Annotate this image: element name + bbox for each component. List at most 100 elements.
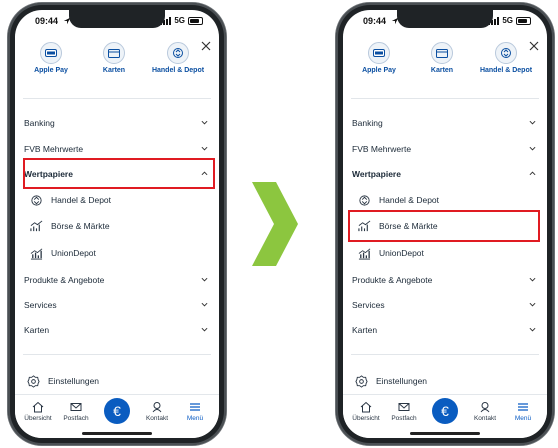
gear-icon [27,374,40,388]
menu-item-label: FVB Mehrwerte [352,144,412,154]
mail-icon [398,403,410,411]
divider [23,354,211,355]
contact-icon [152,402,162,413]
menu-item-mehrwerte[interactable]: FVB Mehrwerte [352,138,538,160]
menu-item-karten[interactable]: Karten [352,319,538,341]
tab-bar: Übersicht Postfach € Kontakt Menü [15,394,219,438]
submenu-item-handel-depot[interactable]: Handel & Depot [30,189,210,211]
bar-chart-icon [30,248,43,260]
tab-label: Postfach [391,415,417,422]
menu-item-banking[interactable]: Banking [352,112,538,134]
chevron-down-icon [201,120,208,125]
highlight-box [23,158,215,189]
divider [351,98,539,99]
quick-action-handel-depot[interactable]: Handel & Depot [148,42,208,74]
screen-left: 09:44 5G Apple Pay Karten Handel & Depot [15,10,219,438]
euro-action-button[interactable]: € [432,398,458,424]
screen-right: 09:44 5G Apple Pay Karten Handel & Depot [343,10,547,438]
quick-action-karten[interactable]: Karten [412,42,472,74]
exchange-icon [359,194,370,206]
clock: 09:44 [35,16,59,26]
quick-actions: Apple Pay Karten Handel & Depot [343,42,547,92]
menu-item-label: Wertpapiere [352,169,401,179]
submenu-label: Börse & Märkte [51,221,110,231]
card-icon [108,48,120,58]
home-indicator [82,432,152,435]
menu-item-produkte[interactable]: Produkte & Angebote [24,269,210,291]
quick-action-label: Apple Pay [362,67,396,74]
network-label: 5G [174,16,185,25]
tab-kontakt[interactable]: Kontakt [138,401,176,422]
battery-icon [516,16,531,25]
phone-right: 09:44 5G Apple Pay Karten Handel & Depot [336,3,554,445]
home-icon [360,401,372,413]
menu-item-label: Services [352,300,385,310]
euro-action-button[interactable]: € [104,398,130,424]
tab-uebersicht[interactable]: Übersicht [347,401,385,422]
tab-label: Kontakt [145,415,169,422]
arrow-right-icon [252,182,298,266]
quick-action-apple-pay[interactable]: Apple Pay [349,42,409,74]
tab-label: Kontakt [473,415,497,422]
exchange-icon [173,48,183,58]
apple-pay-icon [45,49,57,57]
divider [351,354,539,355]
apple-pay-icon [373,49,385,57]
tab-menu[interactable]: Menü [176,401,214,422]
tab-label: Übersicht [352,415,380,422]
submenu-label: UnionDepot [379,248,424,258]
gear-icon [355,374,368,388]
tab-label: Postfach [63,415,89,422]
tab-label: Übersicht [24,415,52,422]
mail-icon [70,403,82,411]
menu-item-label: Einstellungen [48,376,100,386]
menu-item-label: Banking [24,118,55,128]
menu-item-services[interactable]: Services [24,294,210,316]
tab-label: Menü [514,415,532,422]
notch [69,10,165,28]
menu-item-produkte[interactable]: Produkte & Angebote [352,269,538,291]
menu-item-services[interactable]: Services [352,294,538,316]
submenu-item-handel-depot[interactable]: Handel & Depot [358,189,538,211]
menu-item-label: Karten [24,325,50,335]
menu-item-mehrwerte[interactable]: FVB Mehrwerte [24,138,210,160]
menu-item-einstellungen[interactable]: Einstellungen [27,370,210,392]
tab-kontakt[interactable]: Kontakt [466,401,504,422]
chevron-down-icon [201,146,208,151]
chevron-down-icon [529,277,536,282]
contact-icon [480,402,490,413]
menu-icon [190,403,200,411]
tab-postfach[interactable]: Postfach [57,401,95,422]
menu-item-karten[interactable]: Karten [24,319,210,341]
exchange-icon [31,194,42,206]
submenu-label: UnionDepot [51,248,96,258]
menu-item-label: Produkte & Angebote [352,275,433,285]
quick-action-handel-depot[interactable]: Handel & Depot [476,42,536,74]
menu-item-label: Karten [352,325,378,335]
submenu-item-boerse-maerkte[interactable]: Börse & Märkte [30,215,210,237]
menu-item-wertpapiere[interactable]: Wertpapiere [352,163,538,185]
menu-item-einstellungen[interactable]: Einstellungen [355,370,538,392]
menu-item-banking[interactable]: Banking [24,112,210,134]
menu-item-label: Produkte & Angebote [24,275,105,285]
battery-icon [188,16,203,25]
tab-bar: Übersicht Postfach € Kontakt Menü [343,394,547,438]
tab-uebersicht[interactable]: Übersicht [19,401,57,422]
chevron-down-icon [529,120,536,125]
chevron-down-icon [201,277,208,282]
chevron-down-icon [529,302,536,307]
home-icon [32,401,44,413]
chevron-down-icon [529,146,536,151]
tab-menu[interactable]: Menü [504,401,542,422]
tab-postfach[interactable]: Postfach [385,401,423,422]
divider [23,98,211,99]
quick-action-karten[interactable]: Karten [84,42,144,74]
submenu-label: Handel & Depot [51,195,112,205]
submenu-label: Handel & Depot [379,195,440,205]
quick-action-apple-pay[interactable]: Apple Pay [21,42,81,74]
exchange-icon [501,48,511,58]
submenu-item-uniondepot[interactable]: UnionDepot [358,242,538,264]
quick-action-label: Handel & Depot [151,67,205,74]
home-indicator [410,432,480,435]
submenu-item-uniondepot[interactable]: UnionDepot [30,242,210,264]
